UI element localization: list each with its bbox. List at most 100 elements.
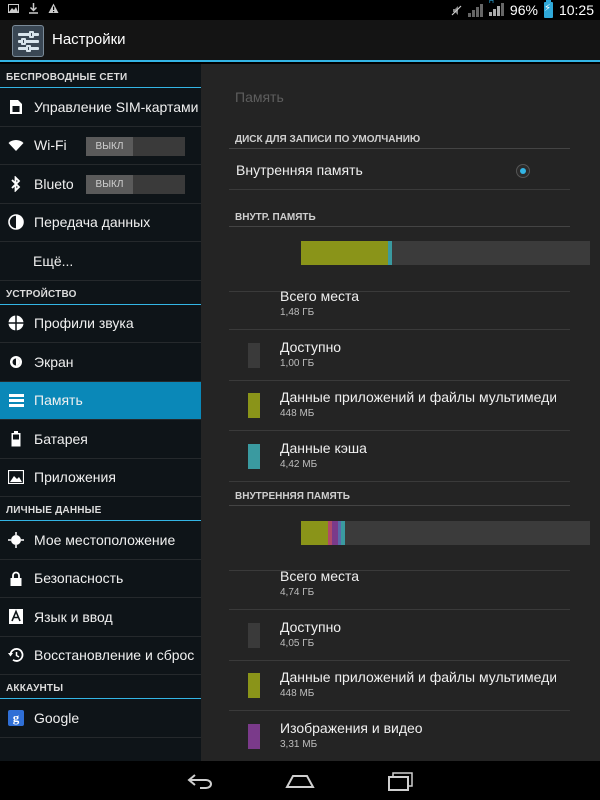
sidebar-item-google[interactable]: g Google bbox=[0, 699, 201, 738]
stat-value: 448 МБ bbox=[280, 408, 315, 419]
sidebar-item-label: Передача данных bbox=[34, 214, 151, 231]
sidebar-item-label: Управление SIM-картами bbox=[34, 98, 199, 115]
backup-restore-icon bbox=[8, 647, 24, 663]
wifi-icon bbox=[8, 137, 24, 153]
sidebar-item-location[interactable]: Мое местоположение bbox=[0, 521, 201, 560]
stat-value: 1,48 ГБ bbox=[280, 307, 315, 318]
sidebar-item-display[interactable]: Экран bbox=[0, 343, 201, 382]
sidebar-item-label: Приложения bbox=[34, 469, 116, 486]
sd-images-video-row[interactable]: Изображения и видео 3,31 МБ bbox=[229, 711, 570, 761]
default-disk-radio[interactable] bbox=[516, 164, 530, 178]
sidebar-section-personal: ЛИЧНЫЕ ДАННЫЕ bbox=[0, 497, 201, 521]
internal-storage-usage-bar bbox=[301, 241, 590, 265]
bluetooth-toggle[interactable]: ВЫКЛ bbox=[86, 175, 185, 194]
legend-swatch-cache bbox=[248, 444, 260, 469]
stat-label: Изображения и видео bbox=[280, 720, 423, 736]
stat-value: 4,74 ГБ bbox=[280, 587, 315, 598]
stat-value: 1,00 ГБ bbox=[280, 358, 315, 369]
sd-usage-segment-4 bbox=[341, 521, 345, 545]
internal-available-row[interactable]: Доступно 1,00 ГБ bbox=[229, 330, 570, 381]
stat-value: 3,31 МБ bbox=[280, 739, 318, 750]
internal-total-row[interactable]: Всего места 1,48 ГБ bbox=[229, 279, 570, 330]
sidebar-item-label: Память bbox=[34, 392, 83, 409]
legend-swatch-apps bbox=[248, 673, 260, 698]
stat-label: Всего места bbox=[280, 568, 360, 584]
sidebar-item-label: Экран bbox=[34, 353, 74, 370]
default-disk-option-label: Внутренняя память bbox=[236, 162, 363, 178]
sidebar-item-bluetooth[interactable]: Bluetooth ВЫКЛ bbox=[0, 165, 201, 204]
sd-total-row[interactable]: Всего места 4,74 ГБ bbox=[229, 559, 570, 610]
legend-swatch-images bbox=[248, 724, 260, 749]
sidebar-item-security[interactable]: Безопасность bbox=[0, 560, 201, 598]
sidebar-item-label: Ещё... bbox=[33, 252, 74, 269]
apps-icon bbox=[8, 469, 24, 485]
sidebar-item-label: Восстановление и сброс bbox=[34, 647, 195, 664]
sidebar-item-label: Мое местоположение bbox=[34, 531, 176, 548]
sidebar-item-label: Wi-Fi bbox=[34, 137, 67, 154]
sidebar-item-more[interactable]: Ещё... bbox=[0, 242, 201, 281]
sidebar-item-apps[interactable]: Приложения bbox=[0, 459, 201, 497]
settings-sliders-icon[interactable] bbox=[12, 25, 44, 57]
section-default-disk: ДИСК ДЛЯ ЗАПИСИ ПО УМОЛЧАНИЮ bbox=[229, 127, 570, 149]
sidebar-item-label: Google bbox=[34, 709, 80, 726]
storage-icon bbox=[8, 392, 24, 408]
recent-apps-button[interactable] bbox=[380, 769, 420, 793]
battery-charging-icon bbox=[543, 0, 553, 18]
page-title: Память bbox=[235, 89, 284, 105]
legend-swatch-apps bbox=[248, 393, 260, 418]
sidebar-item-battery[interactable]: Батарея bbox=[0, 420, 201, 459]
stat-value: 4,42 МБ bbox=[280, 459, 318, 470]
warning-notification-icon bbox=[48, 3, 59, 13]
default-disk-option[interactable]: Внутренняя память bbox=[229, 150, 570, 190]
settings-sidebar: БЕСПРОВОДНЫЕ СЕТИ Управление SIM-картами… bbox=[0, 64, 201, 761]
sidebar-item-wifi[interactable]: Wi-Fi ВЫКЛ bbox=[0, 127, 201, 165]
sidebar-item-language[interactable]: Язык и ввод bbox=[0, 598, 201, 637]
sound-profile-icon bbox=[8, 315, 24, 331]
system-nav-bar bbox=[0, 761, 600, 800]
battery-percent: 96% bbox=[509, 2, 538, 18]
google-icon: g bbox=[8, 709, 24, 726]
bluetooth-icon bbox=[8, 175, 24, 192]
sidebar-item-backup-reset[interactable]: Восстановление и сброс bbox=[0, 637, 201, 675]
wifi-toggle-state: ВЫКЛ bbox=[86, 136, 133, 156]
app-title: Настройки bbox=[52, 31, 126, 48]
data-usage-icon bbox=[8, 214, 24, 231]
legend-swatch-available bbox=[248, 623, 260, 648]
recent-apps-icon bbox=[388, 772, 413, 791]
stat-label: Доступно bbox=[280, 339, 342, 355]
display-brightness-icon bbox=[8, 354, 24, 370]
sidebar-item-label: Безопасность bbox=[34, 570, 124, 587]
home-button[interactable] bbox=[280, 769, 320, 793]
location-icon bbox=[8, 531, 24, 548]
sidebar-item-label: Профили звука bbox=[34, 315, 134, 332]
internal-usage-segment-0 bbox=[301, 241, 388, 265]
sd-storage-usage-bar bbox=[301, 521, 590, 545]
stat-label: Данные приложений и файлы мультимедиа bbox=[280, 389, 556, 405]
stat-label: Всего места bbox=[280, 288, 360, 304]
internal-apps-row[interactable]: Данные приложений и файлы мультимедиа 44… bbox=[229, 380, 570, 431]
back-button[interactable] bbox=[180, 769, 220, 793]
image-notification-icon bbox=[8, 4, 19, 13]
sidebar-item-label: Батарея bbox=[34, 430, 88, 447]
lock-icon bbox=[8, 570, 24, 586]
stat-label: Данные кэша bbox=[280, 440, 367, 456]
legend-swatch-available bbox=[248, 343, 260, 368]
bluetooth-toggle-state: ВЫКЛ bbox=[86, 175, 133, 194]
wifi-toggle[interactable]: ВЫКЛ bbox=[86, 136, 185, 156]
sidebar-item-sim[interactable]: Управление SIM-картами bbox=[0, 88, 201, 127]
internal-cache-row[interactable]: Данные кэша 4,42 МБ bbox=[229, 431, 570, 482]
sd-apps-row[interactable]: Данные приложений и файлы мультимедиа 44… bbox=[229, 660, 570, 711]
stat-label: Данные приложений и файлы мультимедиа bbox=[280, 669, 556, 685]
network-type-label: H bbox=[488, 0, 494, 5]
section-sd-storage: ВНУТРЕННЯЯ ПАМЯТЬ bbox=[229, 484, 570, 506]
sidebar-item-data-usage[interactable]: Передача данных bbox=[0, 204, 201, 242]
storage-panel: Память ДИСК ДЛЯ ЗАПИСИ ПО УМОЛЧАНИЮ Внут… bbox=[201, 64, 600, 761]
stat-value: 4,05 ГБ bbox=[280, 638, 315, 649]
stat-value: 448 МБ bbox=[280, 688, 315, 699]
sidebar-item-sound-profiles[interactable]: Профили звука bbox=[0, 305, 201, 343]
sidebar-item-storage[interactable]: Память bbox=[0, 381, 201, 420]
sd-available-row[interactable]: Доступно 4,05 ГБ bbox=[229, 610, 570, 661]
battery-icon bbox=[8, 430, 24, 447]
home-icon bbox=[285, 775, 315, 788]
action-bar: Настройки bbox=[0, 20, 600, 62]
